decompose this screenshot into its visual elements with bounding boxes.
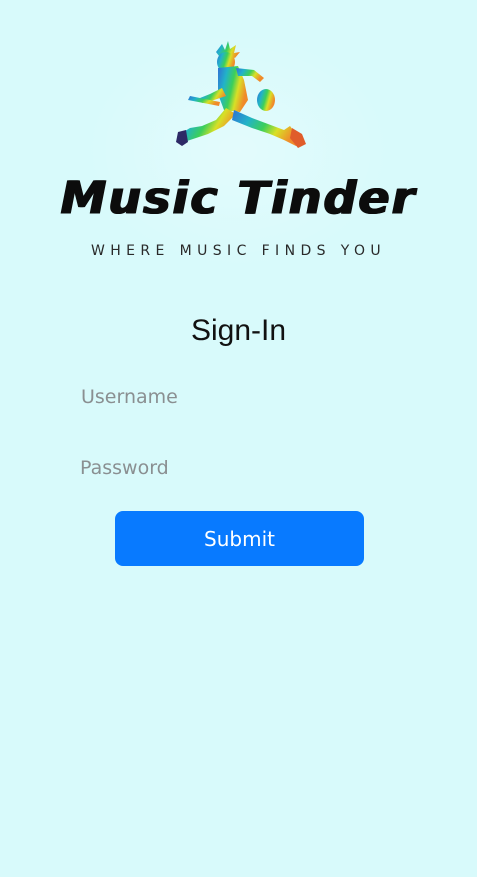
password-input[interactable] bbox=[71, 451, 380, 485]
submit-button[interactable]: Submit bbox=[115, 511, 364, 566]
brand-name: Music Tinder bbox=[60, 171, 417, 225]
guitarist-jumping-icon bbox=[176, 41, 306, 148]
brand-tagline: WHERE MUSIC FINDS YOU bbox=[90, 243, 387, 259]
username-input[interactable] bbox=[72, 380, 381, 414]
page-title: Sign-In bbox=[190, 314, 287, 347]
